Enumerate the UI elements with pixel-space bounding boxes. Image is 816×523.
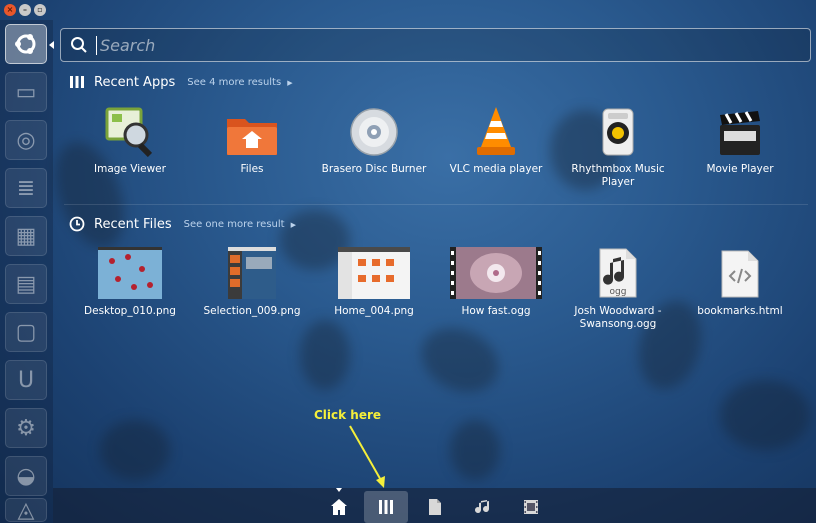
movie-player-icon: [720, 111, 760, 155]
video-thumbnail-icon: [450, 247, 542, 299]
home-lens-button[interactable]: [326, 495, 352, 519]
launcher-writer-icon[interactable]: ≣: [5, 168, 47, 208]
launcher-browser-icon[interactable]: ◎: [5, 120, 47, 160]
files-icon: [227, 119, 277, 155]
launcher-impress-icon[interactable]: ▤: [5, 264, 47, 304]
window-controls: × – ▫: [4, 4, 46, 16]
file-how-fast[interactable]: How fast.ogg: [435, 243, 557, 331]
html-file-icon: [721, 250, 759, 298]
lens-active-marker: [336, 488, 342, 492]
background-bird: [100, 420, 170, 480]
home-icon: [331, 499, 347, 515]
file-swansong[interactable]: ogg Josh Woodward - Swansong.ogg: [557, 243, 679, 331]
recent-files-header: Recent Files See one more result ▶: [69, 214, 296, 234]
vlc-icon: [477, 107, 515, 155]
screenshot-thumbnail-icon: [228, 247, 276, 299]
launcher-trash-icon[interactable]: ◬: [5, 498, 47, 523]
applications-icon: [379, 500, 393, 514]
ubuntu-logo-icon: [15, 34, 36, 54]
launcher-calc-icon[interactable]: ▦: [5, 216, 47, 256]
file-selection-009[interactable]: Selection_009.png: [191, 243, 313, 331]
music-file-icon: ogg: [599, 248, 637, 298]
launcher-apps-icon[interactable]: ▢: [5, 312, 47, 352]
dash-home-button[interactable]: [5, 24, 47, 64]
files-lens-button[interactable]: [422, 495, 448, 519]
recent-apps-more-link[interactable]: See 4 more results ▶: [187, 77, 292, 88]
app-rhythmbox[interactable]: Rhythmbox Music Player: [557, 101, 679, 189]
app-image-viewer[interactable]: Image Viewer: [69, 101, 191, 189]
search-icon: [71, 37, 87, 53]
close-icon[interactable]: ×: [4, 4, 16, 16]
brasero-icon: [350, 108, 398, 156]
launcher-files-icon[interactable]: ▭: [5, 72, 47, 112]
callout-arrow-icon: [349, 425, 385, 488]
app-brasero[interactable]: Brasero Disc Burner: [313, 101, 435, 189]
app-files[interactable]: Files: [191, 101, 313, 189]
launcher-workspace-icon[interactable]: ◒: [5, 456, 47, 496]
music-note-icon: [475, 500, 490, 514]
app-vlc[interactable]: VLC media player: [435, 101, 557, 189]
recent-files-grid: Desktop_010.png Selection_009.png Home_0…: [69, 243, 809, 331]
recent-files-title: Recent Files: [94, 216, 172, 232]
launcher-settings-icon[interactable]: ⚙: [5, 408, 47, 448]
recent-files-more-link[interactable]: See one more result ▶: [184, 219, 296, 230]
recent-apps-title: Recent Apps: [94, 74, 176, 90]
section-divider: [64, 204, 808, 205]
recent-apps-grid: Image Viewer Files Brasero Disc Burner V…: [69, 101, 809, 189]
file-type-label: ogg: [610, 287, 627, 297]
launcher: ▭ ◎ ≣ ▦ ▤ ▢ U ⚙ ◒ ◬: [0, 20, 53, 523]
recent-apps-header: Recent Apps See 4 more results ▶: [69, 72, 293, 92]
screenshot-thumbnail-icon: [98, 247, 162, 299]
file-home-004[interactable]: Home_004.png: [313, 243, 435, 331]
app-movie-player[interactable]: Movie Player: [679, 101, 801, 189]
applications-lens-button[interactable]: [364, 491, 408, 523]
file-desktop-010[interactable]: Desktop_010.png: [69, 243, 191, 331]
rhythmbox-icon: [602, 108, 634, 156]
background-bird: [720, 380, 810, 450]
click-here-callout: Click here: [314, 408, 382, 422]
background-bird: [450, 420, 500, 480]
clock-icon: [69, 216, 85, 232]
screenshot-thumbnail-icon: [338, 247, 410, 299]
minimize-icon[interactable]: –: [19, 4, 31, 16]
music-lens-button[interactable]: [470, 495, 496, 519]
image-viewer-icon: [105, 107, 153, 157]
film-icon: [524, 500, 538, 514]
document-icon: [429, 499, 441, 515]
file-bookmarks[interactable]: bookmarks.html: [679, 243, 801, 331]
search-bar[interactable]: [60, 28, 811, 62]
video-lens-button[interactable]: [518, 495, 544, 519]
launcher-software-center-icon[interactable]: U: [5, 360, 47, 400]
maximize-icon[interactable]: ▫: [34, 4, 46, 16]
applications-icon: [70, 76, 84, 88]
search-input[interactable]: [96, 35, 776, 55]
active-indicator: [49, 41, 54, 49]
